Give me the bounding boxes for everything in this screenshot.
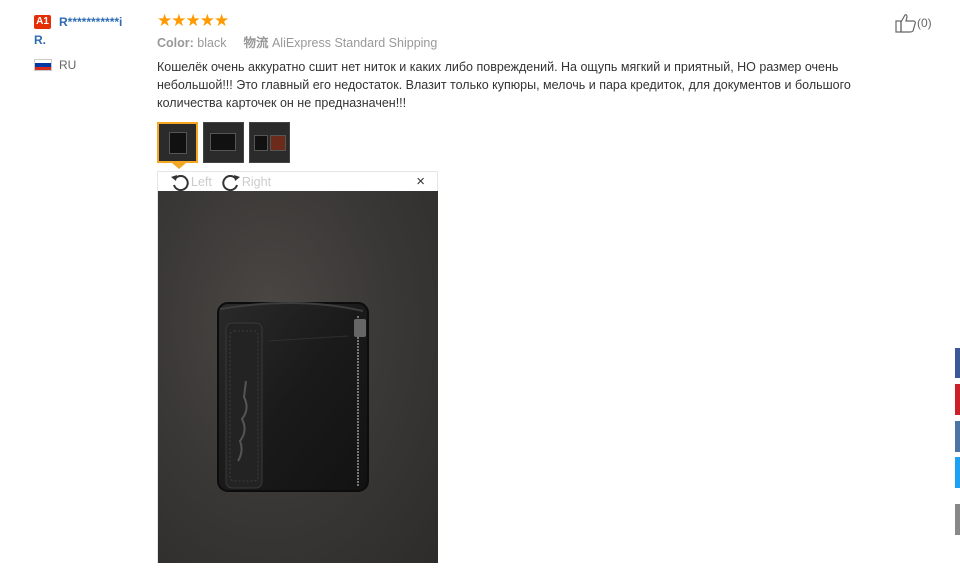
- rotate-right-icon: [222, 175, 240, 191]
- shipping-value: AliExpress Standard Shipping: [271, 36, 438, 50]
- viewer-toolbar: Left Right ×: [158, 172, 437, 192]
- close-viewer-button[interactable]: ×: [416, 174, 425, 190]
- wallet-image: [217, 301, 369, 492]
- active-thumbnail-pointer: [172, 163, 186, 169]
- star-rating: ★★★★★: [157, 11, 229, 30]
- color-label: Color:: [157, 36, 194, 50]
- reviewer-name[interactable]: R***********i: [59, 14, 151, 30]
- share-button-more[interactable]: [955, 504, 960, 535]
- rotate-right-button[interactable]: Right: [221, 173, 271, 191]
- image-viewer: Left Right ×: [157, 171, 438, 563]
- rotate-left-button[interactable]: Left: [170, 173, 212, 191]
- share-button-pinterest[interactable]: [955, 384, 960, 415]
- country-code: RU: [59, 58, 77, 72]
- review-text: Кошелёк очень аккуратно сшит нет ниток и…: [157, 60, 851, 110]
- rotate-left-label: Left: [191, 175, 212, 189]
- rotate-right-label: Right: [241, 175, 272, 189]
- russia-flag-icon: [34, 59, 52, 71]
- thumbnail-1[interactable]: [157, 122, 198, 163]
- buyer-level-badge: A1: [34, 15, 51, 29]
- review-image-thumbnails: [157, 122, 295, 163]
- reviewer-country: RU: [34, 58, 152, 72]
- reviewer-name-line2: R.: [34, 33, 46, 47]
- share-button-facebook[interactable]: [955, 348, 960, 378]
- color-value: black: [197, 36, 227, 50]
- review-body: ★★★★★ Color: black 物流 AliExpress Standar…: [157, 12, 917, 112]
- shipping-label: 物流: [243, 36, 269, 50]
- helpful-button[interactable]: (0): [895, 13, 932, 33]
- thumbnail-2[interactable]: [203, 122, 244, 163]
- thumbnail-3[interactable]: [249, 122, 290, 163]
- reviewer-info: A1 R***********i R. RU: [34, 14, 152, 72]
- review-photo: [158, 191, 438, 563]
- helpful-count: (0): [917, 16, 932, 30]
- rotate-left-icon: [171, 175, 189, 191]
- review-meta: Color: black 物流 AliExpress Standard Ship…: [157, 35, 917, 52]
- share-button-vk[interactable]: [955, 421, 960, 452]
- share-button-twitter[interactable]: [955, 457, 960, 488]
- thumbs-up-icon: [895, 14, 916, 33]
